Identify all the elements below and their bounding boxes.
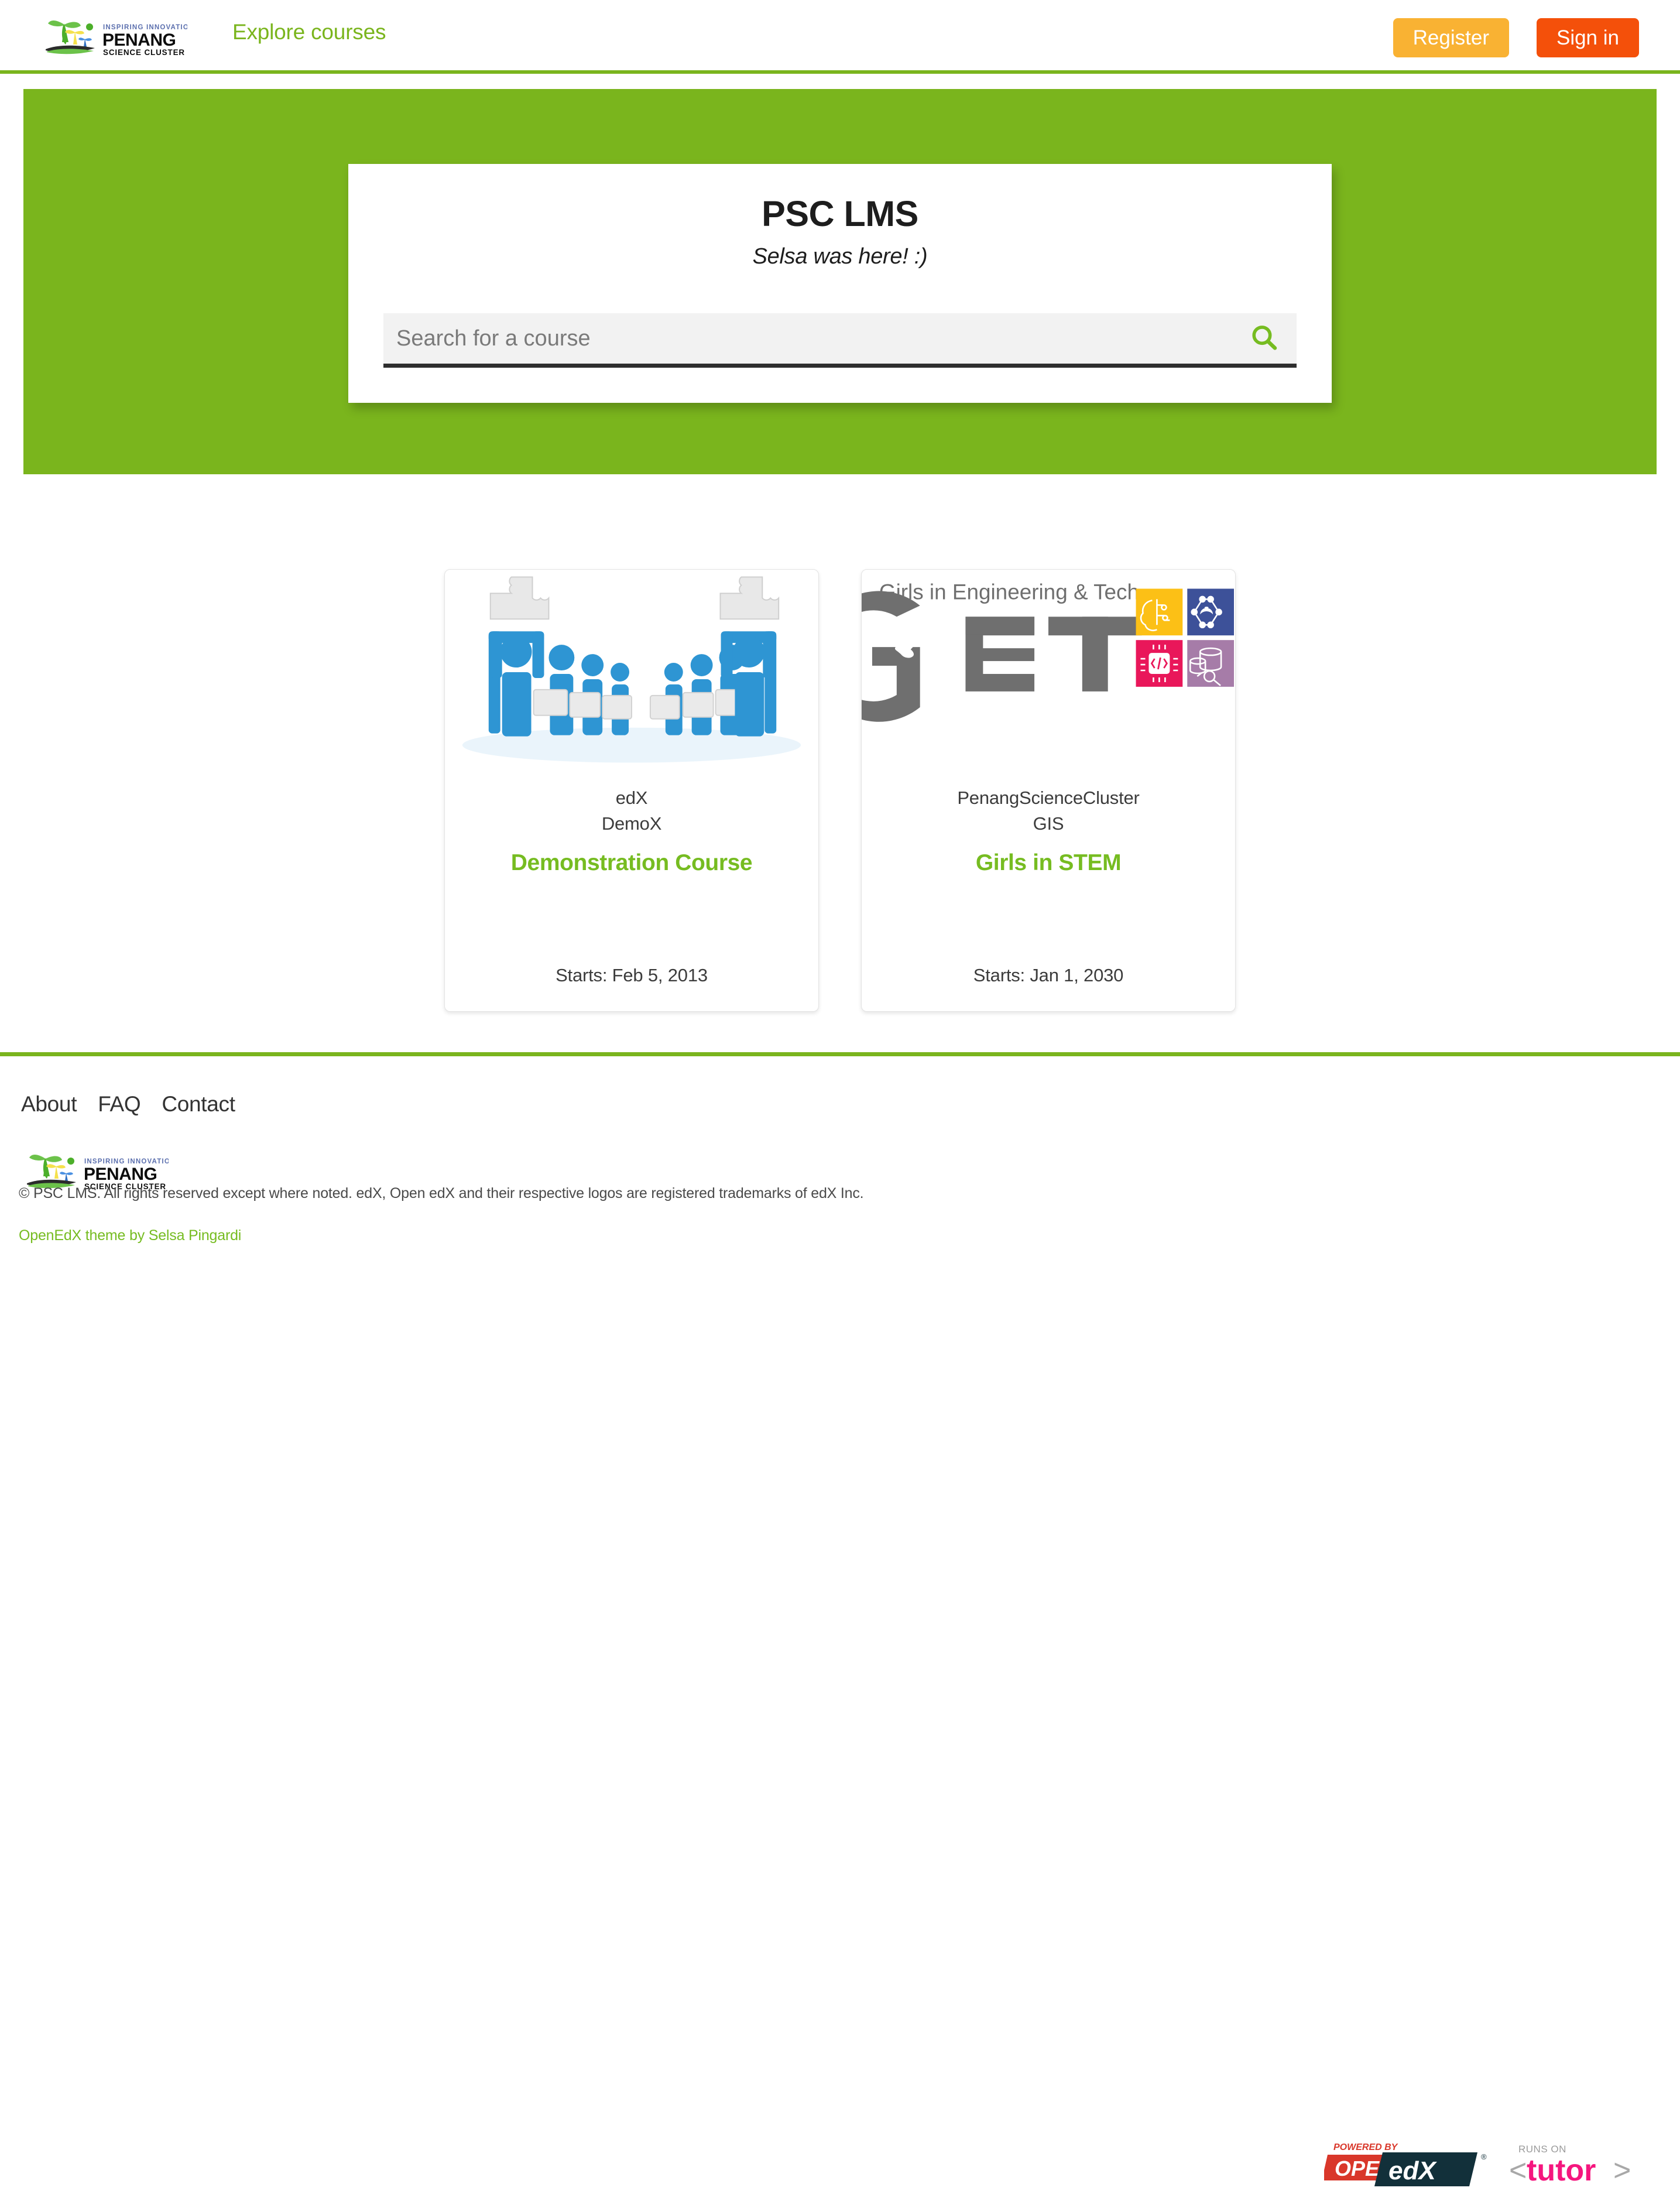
brand-logo-link[interactable]: INSPIRING INNOVATION PENANG SCIENCE CLUS… [41,15,194,59]
hero-search-card: PSC LMS Selsa was here! :) [348,164,1332,403]
course-number: DemoX [601,813,662,834]
course-start-date: Starts: Jan 1, 2030 [973,965,1124,985]
svg-text:®: ® [1481,2152,1487,2161]
footer-nav: About FAQ Contact [21,1092,235,1117]
course-title: Girls in STEM [975,850,1122,876]
copyright-text: © PSC LMS. All rights reserved except wh… [19,1185,864,1201]
site-footer: About FAQ Contact INSPIRING INNOVATION P… [0,1056,1680,2187]
course-org: PenangScienceCluster [957,788,1140,808]
footer-link-about[interactable]: About [21,1092,77,1117]
sign-in-button[interactable]: Sign in [1536,18,1639,57]
course-card-body: edX DemoX Demonstration Course [445,775,818,877]
course-org: edX [615,788,648,808]
auth-buttons: Register Sign in [1393,18,1639,57]
course-title: Demonstration Course [510,850,753,876]
course-card[interactable]: Girls in Engineering & Tech PenangScienc… [861,569,1236,1017]
course-start-date: Starts: Feb 5, 2013 [556,965,708,985]
footer-link-faq[interactable]: FAQ [98,1092,140,1117]
footer-link-contact[interactable]: Contact [162,1092,235,1117]
penang-science-cluster-logo: INSPIRING INNOVATION PENANG SCIENCE CLUS… [46,20,194,57]
svg-text:edX: edX [1388,2156,1437,2185]
svg-text:PENANG: PENANG [84,1165,157,1184]
course-thumbnail [445,570,818,775]
search-submit-button[interactable] [1232,311,1297,366]
svg-text:SCIENCE CLUSTER: SCIENCE CLUSTER [103,48,185,57]
register-button[interactable]: Register [1393,18,1509,57]
hero-banner: PSC LMS Selsa was here! :) [23,89,1657,474]
theme-credit-link[interactable]: OpenEdX theme by Selsa Pingardi [19,1227,241,1244]
get-girls-in-engineering-and-tech-logo-icon: Girls in Engineering & Tech [862,570,1235,775]
puzzle-people-illustration-icon [445,570,818,775]
svg-text:<: < [1509,2154,1527,2187]
course-number: GIS [1033,813,1064,834]
footer-divider [0,1052,1680,1056]
search-input[interactable] [383,313,1232,364]
site-header: INSPIRING INNOVATION PENANG SCIENCE CLUS… [0,0,1680,74]
runs-on-tutor-badge-icon: RUNS ON < tutor > [1509,2144,1631,2187]
course-card[interactable]: edX DemoX Demonstration Course Starts: F… [444,569,819,1017]
powered-by-open-edx-badge-icon: POWERED BY OPEN edX ® [1324,2142,1487,2186]
course-search-form [383,313,1297,368]
search-icon [1252,326,1277,350]
svg-text:>: > [1613,2154,1631,2187]
svg-text:tutor: tutor [1527,2154,1596,2187]
page-title: PSC LMS [762,194,918,234]
svg-text:Girls in Engineering & Tech: Girls in Engineering & Tech [879,580,1139,604]
page-subtitle: Selsa was here! :) [752,244,928,269]
footer-badges: POWERED BY OPEN edX ® RUNS ON < tutor > [1324,2138,1655,2191]
svg-text:PENANG: PENANG [102,30,176,50]
svg-text:POWERED BY: POWERED BY [1333,2142,1398,2152]
course-list: edX DemoX Demonstration Course Starts: F… [0,569,1680,1017]
course-thumbnail: Girls in Engineering & Tech [862,570,1235,775]
course-card-body: PenangScienceCluster GIS Girls in STEM [862,775,1235,877]
explore-courses-link[interactable]: Explore courses [232,21,386,43]
